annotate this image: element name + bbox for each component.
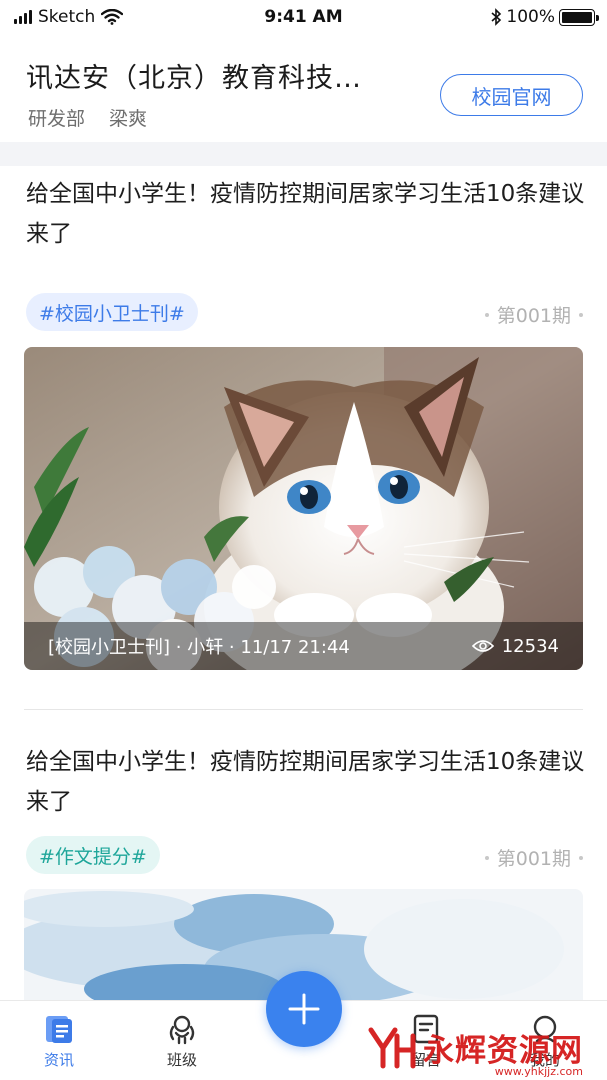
section-divider [0,142,607,166]
issue-label: 第001期 [484,301,583,328]
tab-class[interactable]: 班级 [137,1013,227,1070]
battery-percent: 100% [506,7,555,27]
org-header: 讯达安（北京）教育科技… 研发部 梁爽 校园官网 [0,48,607,140]
topic-tag[interactable]: #校园小卫士刊# [26,293,198,331]
watermark-url: www.yhkjjz.com [494,1065,583,1078]
image-caption-bar: [校园小卫士刊] · 小轩 · 11/17 21:44 12534 [24,622,583,670]
status-bar: Sketch 9:41 AM 100% [0,0,607,36]
issue-number: 第001期 [496,848,571,870]
bottom-tab-bar: 资讯 班级 留言 我的 永辉资源网 www.yhkjjz.com [0,971,607,1080]
tab-news[interactable]: 资讯 [14,1013,104,1070]
tab-label: 班级 [166,1051,197,1069]
topic-tag[interactable]: #作文提分# [26,836,160,874]
view-count-value: 12534 [501,635,559,657]
news-card[interactable]: 给全国中小学生！疫情防控期间居家学习生活10条建议来了 #作文提分# 第001期 [0,720,607,1010]
plus-icon [288,993,320,1025]
tab-label: 资讯 [43,1051,74,1069]
news-title[interactable]: 给全国中小学生！疫情防控期间居家学习生活10条建议来了 [26,174,585,254]
battery-icon [559,8,599,26]
news-meta: [校园小卫士刊] · 小轩 · 11/17 21:44 [48,637,350,658]
news-card[interactable]: 给全国中小学生！疫情防控期间居家学习生活10条建议来了 #校园小卫士刊# 第00… [0,166,607,686]
card-divider [24,709,583,710]
news-icon [46,1016,72,1043]
add-post-button[interactable] [266,971,342,1047]
eye-icon [471,640,494,652]
campus-site-button[interactable]: 校园官网 [440,74,583,116]
news-title[interactable]: 给全国中小学生！疫情防控期间居家学习生活10条建议来了 [26,742,585,822]
user-info: 研发部 梁爽 [28,104,147,131]
watermark-text: 永辉资源网 [423,1033,583,1069]
user-name-label: 梁爽 [109,108,148,130]
watermark-logo-icon [368,1027,416,1068]
class-icon [169,1015,195,1045]
bluetooth-icon [491,8,502,26]
issue-number: 第001期 [496,305,571,327]
view-count: 12534 [471,635,559,657]
news-cover-image[interactable]: [校园小卫士刊] · 小轩 · 11/17 21:44 12534 [24,347,583,670]
org-name: 讯达安（北京）教育科技… [26,63,362,94]
department-label: 研发部 [28,108,86,130]
watermark: 永辉资源网 www.yhkjjz.com [367,1025,583,1078]
issue-label: 第001期 [484,844,583,871]
